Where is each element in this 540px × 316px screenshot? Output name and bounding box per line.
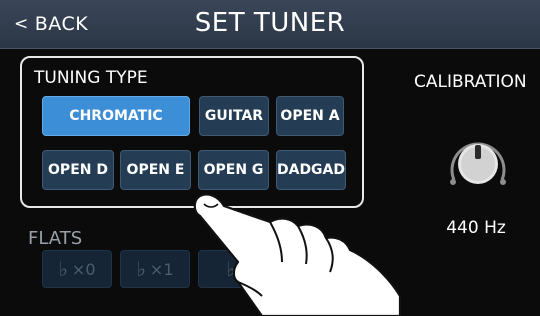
tuning-dadgad-button[interactable]: DADGAD [276,150,346,190]
flats-x0-button[interactable]: ♭ ×0 [42,250,112,288]
tuning-open-a-button[interactable]: OPEN A [276,96,344,136]
flats-label: FLATS [28,228,83,249]
flat-symbol-icon: ♭ [226,257,236,281]
tuning-open-e-button[interactable]: OPEN E [120,150,191,190]
tuning-open-g-button[interactable]: OPEN G [198,150,269,190]
calibration-value: 440 Hz [446,218,506,238]
tuning-open-d-button[interactable]: OPEN D [42,150,114,190]
tuning-guitar-button[interactable]: GUITAR [199,96,269,136]
tuning-type-label: TUNING TYPE [34,68,148,88]
flat-symbol-icon: ♭ [136,257,146,281]
flat-symbol-icon: ♭ [58,257,68,281]
page-title: SET TUNER [194,8,346,38]
flats-x1-label: ×1 [149,259,174,279]
calibration-label: CALIBRATION [414,72,527,92]
flats-x0-label: ×0 [71,259,96,279]
flats-x2-button[interactable]: ♭ [198,250,268,288]
knob-icon [450,142,506,185]
tuning-chromatic-button[interactable]: CHROMATIC [42,96,190,136]
flats-x1-button[interactable]: ♭ ×1 [120,250,190,288]
header-bar: < BACK SET TUNER [0,0,540,49]
calibration-knob[interactable] [442,130,514,198]
